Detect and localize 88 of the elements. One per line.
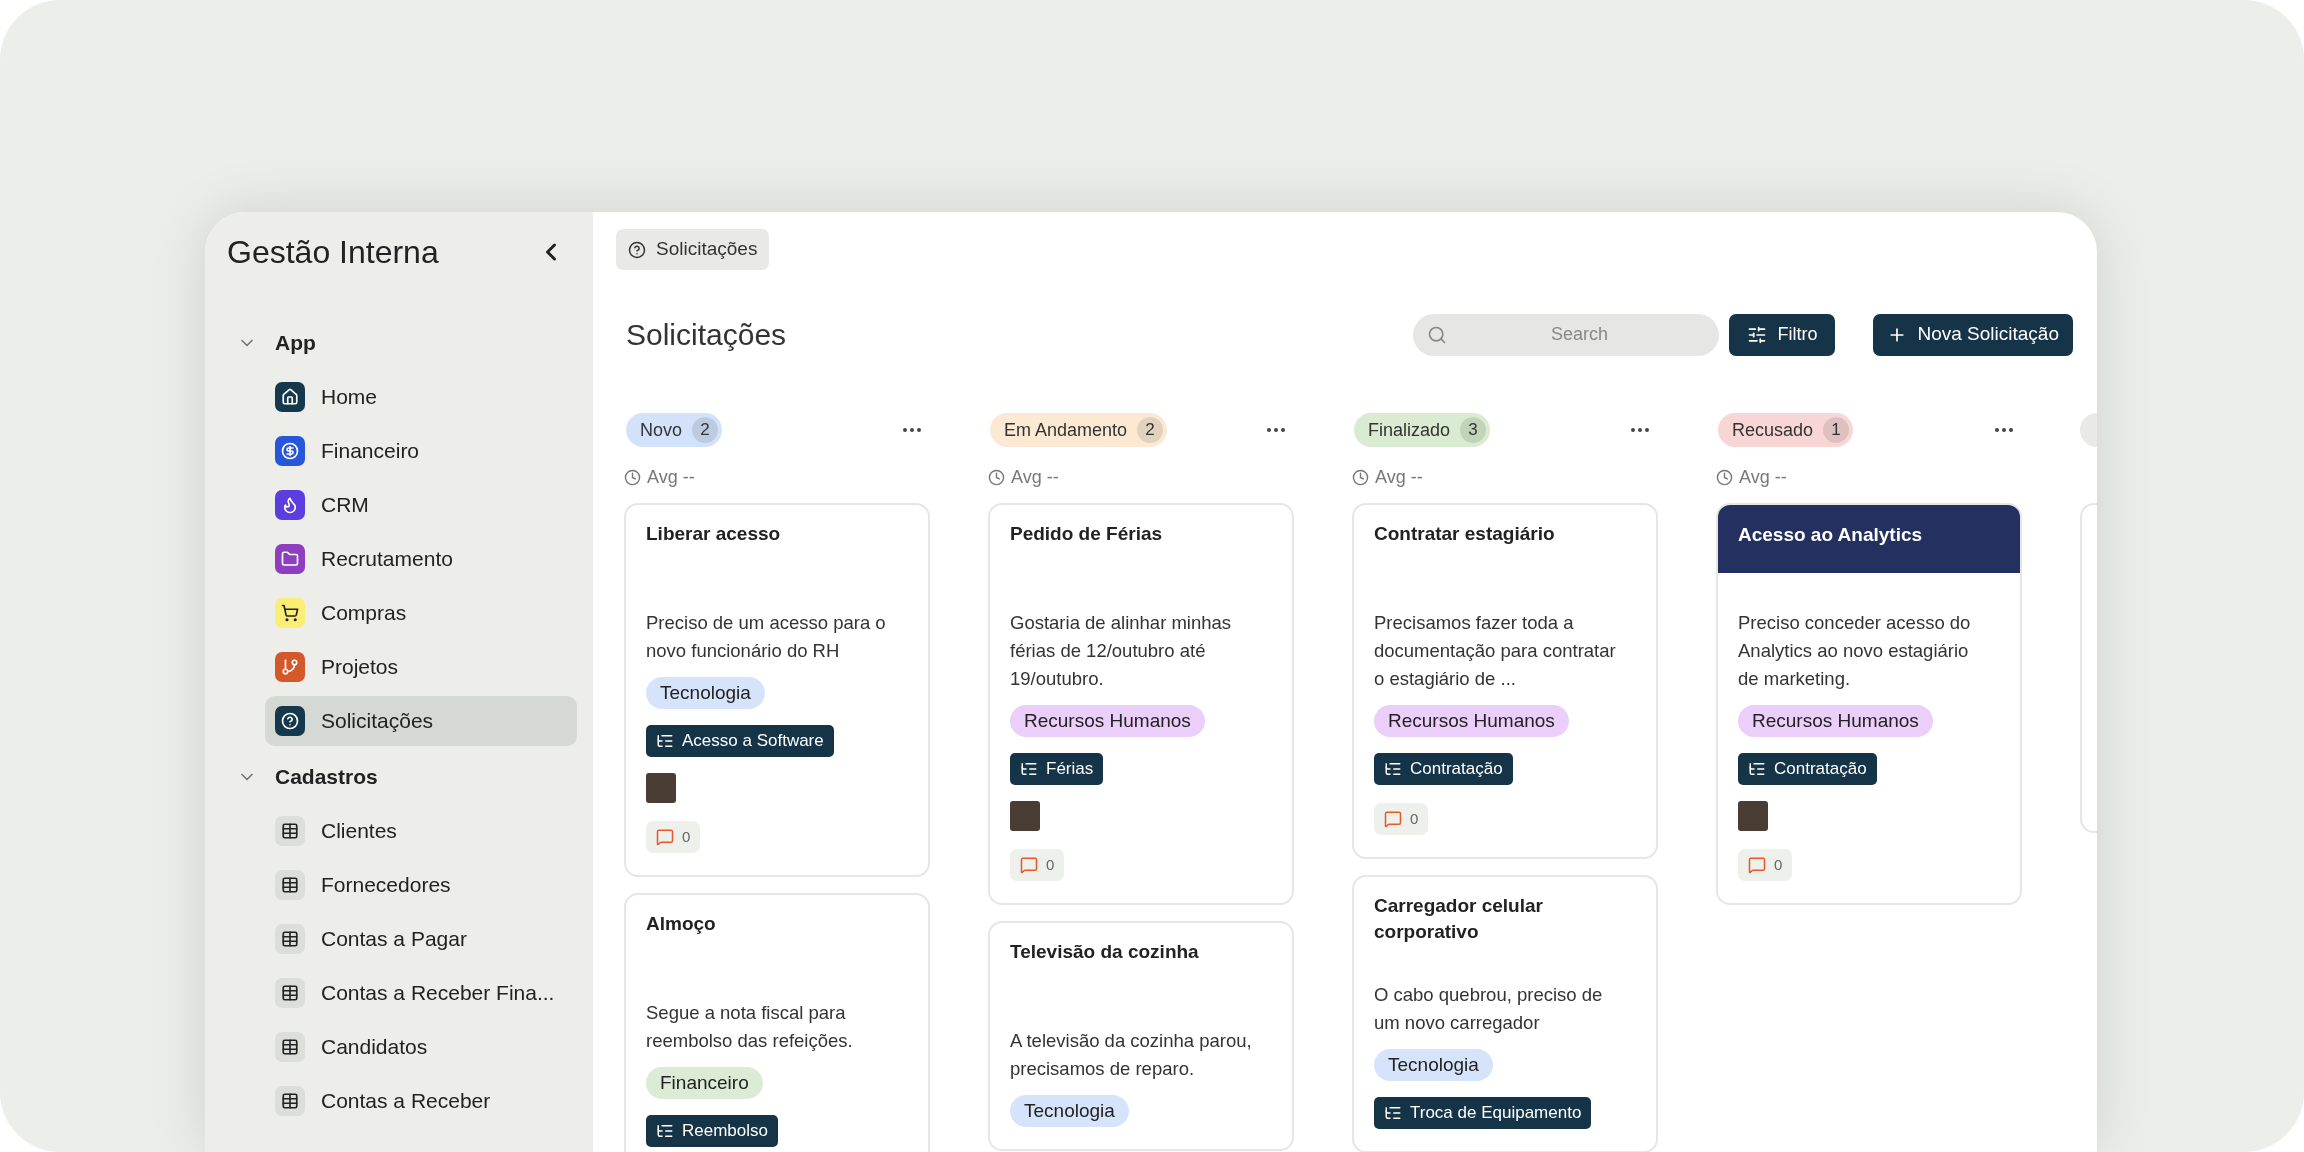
category-tag: Tecnologia [1374, 1049, 1493, 1081]
sidebar-item[interactable]: Candidatos [265, 1022, 577, 1072]
comment-count[interactable]: 0 [1374, 803, 1429, 835]
clock-icon [624, 468, 641, 486]
list-tree-icon [1384, 1104, 1402, 1122]
list-tree-icon [1020, 760, 1038, 778]
average-time-text: Avg -- [647, 465, 695, 489]
clock-icon [1716, 468, 1733, 486]
sidebar-item[interactable]: Solicitações [265, 696, 577, 746]
app-title: Gestão Interna [227, 233, 439, 272]
list-tree-icon [656, 732, 674, 750]
card-title: Carregador celular corporativo [1373, 894, 1544, 944]
comment-count[interactable]: 0 [1010, 849, 1065, 881]
list-tree-icon [1384, 760, 1402, 778]
average-time-text: Avg -- [1375, 465, 1423, 489]
request-card[interactable]: Contratar estagiário Precisamos fazer toda a documentação para contratar o estagiário de ... Recursos Humanos Contratação 0 [1352, 503, 1658, 859]
sidebar-item[interactable]: CRM [265, 480, 577, 530]
sidebar-item[interactable]: Contas a Receber [265, 1076, 577, 1126]
page-title: Solicitações [626, 317, 788, 353]
list-tree-icon [1748, 760, 1766, 778]
card-description: A televisão da cozinha parou, precisamos de reparo. [1010, 1029, 1253, 1081]
card-title: Liberar acesso [645, 522, 782, 546]
request-card[interactable]: Televisão da cozinha A televisão da cozinha parou, precisamos de reparo. Tecnologia [988, 921, 1294, 1151]
category-tag: Tecnologia [646, 677, 765, 709]
card-title: Contratar estagiário [1373, 522, 1556, 546]
count-badge: 1 [1823, 417, 1850, 443]
comment-icon [1384, 810, 1402, 828]
sidebar-item[interactable]: Fornecedores [265, 860, 577, 910]
type-tag: Reembolso [646, 1115, 778, 1147]
comment-count[interactable]: 0 [646, 821, 701, 853]
card-title: Almoço [645, 912, 717, 936]
list-tree-icon [656, 1122, 674, 1140]
card-title: Televisão da cozinha [1009, 940, 1200, 964]
type-tag: Férias [1010, 753, 1104, 785]
type-tag: Contratação [1374, 753, 1513, 785]
status-pill: Em Andamento 2 [990, 413, 1168, 447]
section-header[interactable]: Cadastros [205, 752, 593, 802]
sidebar-item[interactable]: Contas a Pagar [265, 914, 577, 964]
request-card[interactable]: Almoço Segue a nota fiscal para reembolso das refeições. Financeiro Reembolso [624, 893, 930, 1152]
breadcrumb-chip[interactable]: Solicitações [616, 229, 770, 270]
category-tag: Financeiro [646, 1067, 763, 1099]
status-pill: Recusado 1 [1718, 413, 1854, 447]
category-tag: Tecnologia [1010, 1095, 1129, 1127]
filter-button[interactable]: Filtro [1729, 313, 1836, 356]
clock-icon [1352, 468, 1369, 486]
category-tag: Recursos Humanos [1374, 705, 1569, 737]
section-header[interactable]: App [205, 318, 593, 368]
average-time-text: Avg -- [1011, 465, 1059, 489]
sidebar-item[interactable]: Financeiro [265, 426, 577, 476]
comment-icon [656, 828, 674, 846]
type-tag: Acesso a Software [646, 725, 834, 757]
new-request-button[interactable]: Nova Solicitação [1873, 313, 2073, 356]
search-field[interactable]: Search [1413, 313, 1720, 356]
sidebar-item[interactable]: Recrutamento [265, 534, 577, 584]
sidebar-item[interactable]: Compras [265, 588, 577, 638]
sidebar-item[interactable]: Contas a Receber Fina... [265, 968, 577, 1018]
category-tag: Recursos Humanos [1010, 705, 1205, 737]
comment-icon [1748, 856, 1766, 874]
card-title: Pedido de Férias [1009, 522, 1164, 546]
request-card[interactable]: Pedido de Férias Gostaria de alinhar minhas férias de 12/outubro até 19/outubro. Recursos Humanos Férias 0 [988, 503, 1294, 905]
sidebar-item[interactable]: Clientes [265, 806, 577, 856]
sidebar-item[interactable]: Projetos [265, 642, 577, 692]
status-pill: Novo 2 [626, 413, 723, 447]
question-icon [628, 240, 646, 259]
count-badge: 3 [1460, 417, 1487, 443]
comment-count[interactable]: 0 [1738, 849, 1793, 881]
comment-icon [1020, 856, 1038, 874]
card-header: Acesso ao Analytics [1718, 505, 2020, 573]
count-badge: 2 [692, 417, 719, 443]
sidebar-item[interactable]: Home [265, 372, 577, 422]
card-description: Gostaria de alinhar minhas férias de 12/outubro até 19/outubro. [1010, 611, 1233, 691]
sliders-icon [1747, 324, 1768, 345]
type-tag: Troca de Equipamento [1374, 1097, 1592, 1129]
status-pill: Finalizado 3 [1354, 413, 1491, 447]
card-description: O cabo quebrou, preciso de um novo carregador [1374, 983, 1604, 1035]
average-time-text: Avg -- [1739, 465, 1787, 489]
count-badge: 2 [1137, 417, 1164, 443]
clock-icon [988, 468, 1005, 486]
type-tag: Contratação [1738, 753, 1877, 785]
request-card[interactable]: Acesso ao Analytics Preciso conceder acesso do Analytics ao novo estagiário de marketing. Recursos Humanos Contratação 0 [1716, 503, 2022, 905]
card-description: Precisamos fazer toda a documentação para contratar o estagiário de ... [1374, 611, 1617, 691]
search-icon [1427, 324, 1448, 345]
card-description: Segue a nota fiscal para reembolso das refeições. [646, 1001, 854, 1053]
category-tag: Recursos Humanos [1738, 705, 1933, 737]
request-card[interactable]: Carregador celular corporativo O cabo quebrou, preciso de um novo carregador Tecnologia Troca de Equipamento [1352, 875, 1658, 1152]
card-description: Preciso de um acesso para o novo funcionário do RH [646, 611, 887, 663]
request-card[interactable]: Liberar acesso Preciso de um acesso para o novo funcionário do RH Tecnologia Acesso a Software 0 [624, 503, 930, 877]
card-description: Preciso conceder acesso do Analytics ao novo estagiário de marketing. [1738, 611, 1972, 691]
